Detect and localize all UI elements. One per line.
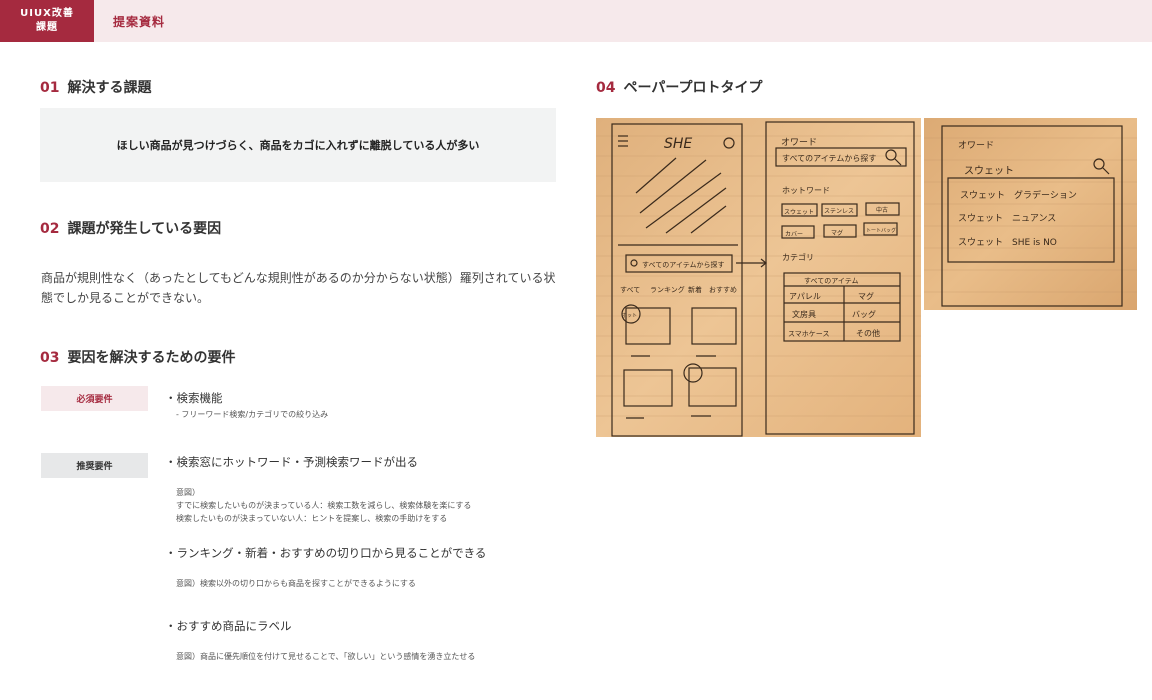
section-1-title: 01 解決する課題: [40, 77, 151, 97]
sketch-suggestion-2: スウェット ニュアンス: [958, 213, 1056, 224]
sketch-hotword-1: スウェット: [784, 208, 814, 216]
sketch-hotword-5: マグ: [831, 229, 843, 237]
sketch-category-other: その他: [856, 328, 880, 338]
section-3-number: 03: [40, 350, 60, 366]
requirement-search-note: - フリーワード検索/カテゴリでの絞り込み: [176, 410, 329, 419]
requirement-hotword-note-3: 検索したいものが決まっていない人：ヒントを提案し、検索の手助けをする: [176, 514, 448, 523]
sketch-search-right: すべてのアイテムから探す: [782, 153, 876, 163]
sketch-logo: SHE: [664, 136, 692, 152]
problem-statement: ほしい商品が見つけづらく、商品をカゴに入れずに離脱している人が多い: [116, 139, 480, 152]
header-badge-line1: UIUX改善: [20, 8, 74, 19]
section-1-heading: 解決する課題: [67, 80, 152, 96]
sketch-hotword-4: カバー: [785, 231, 803, 238]
must-requirement-tag: 必須要件: [41, 386, 148, 411]
section-3-heading: 要因を解決するための要件: [67, 350, 236, 366]
section-4-number: 04: [596, 80, 616, 96]
section-4-title: 04 ペーパープロトタイプ: [596, 77, 763, 97]
sketch-search-text: すべてのアイテムから探す: [642, 260, 725, 269]
requirement-hotword: ・検索窓にホットワード・予測検索ワードが出る: [165, 455, 418, 469]
sketch-suggest-label: オワード: [958, 140, 994, 151]
sketch-category-phonecase: スマホケース: [788, 330, 829, 338]
header-badge-line2: 課題: [36, 22, 58, 33]
sketch-tab-recommend: おすすめ: [709, 286, 737, 294]
header-title: 提案資料: [113, 15, 166, 29]
problem-statement-box: ほしい商品が見つけづらく、商品をカゴに入れずに離脱している人が多い: [40, 108, 556, 182]
sketch-hotword-2: ステンレス: [824, 208, 854, 215]
section-2-number: 02: [40, 221, 60, 237]
sketch-hotword-title: ホットワード: [782, 186, 830, 195]
sketch-tab-new: 新着: [688, 285, 702, 294]
sketch-hotword-6: トートバッグ: [866, 227, 896, 234]
requirement-search: ・検索機能: [165, 391, 223, 405]
requirement-ranking-note: 意図）検索以外の切り口からも商品を探すことができるようにする: [176, 579, 416, 588]
sketch-hot-label: ホット: [622, 313, 637, 319]
sketch-category-bag: バッグ: [852, 309, 876, 319]
header-badge: UIUX改善 課題: [0, 0, 94, 42]
section-2-heading: 課題が発生している要因: [67, 221, 222, 237]
sketch-suggest-query: スウェット: [964, 165, 1014, 177]
sketch-tab-all: すべて: [620, 286, 640, 294]
sketch-hotword-3: 中古: [876, 206, 888, 214]
requirement-hotword-note-1: 意図）: [176, 488, 200, 497]
section-1-number: 01: [40, 80, 60, 96]
requirement-label-note: 意図）商品に優先順位を付けて見せることで、「欲しい」という感情を湧き立たせる: [176, 652, 476, 661]
recommended-requirement-tag: 推奨要件: [41, 453, 148, 478]
requirement-hotword-note-2: すでに検索したいものが決まっている人：検索工数を減らし、検索体験を楽にする: [176, 501, 472, 510]
sketch-category-stationery: 文房具: [792, 309, 816, 319]
sketch-suggestion-1: スウェット グラデーション: [960, 189, 1077, 201]
header-bar: UIUX改善 課題 提案資料: [0, 0, 1152, 42]
sketch-tab-ranking: ランキング: [650, 285, 685, 294]
paper-prototype-suggest: オワード スウェット スウェット グラデーション スウェット ニュアンス スウェ…: [924, 118, 1137, 310]
paper-prototype-main: SHE すべてのアイテムから探す すべて ランキング 新着 おすすめ ホット オ…: [596, 118, 921, 437]
requirement-label: ・おすすめ商品にラベル: [165, 619, 292, 633]
section-3-title: 03 要因を解決するための要件: [40, 347, 235, 367]
sketch-category-all: すべてのアイテム: [804, 277, 859, 285]
sketch-category-title: カテゴリ: [782, 252, 814, 262]
sketch-category-mug: マグ: [858, 291, 874, 301]
sketch-hotword-label: オワード: [781, 137, 817, 148]
section-2-title: 02 課題が発生している要因: [40, 218, 221, 238]
sketch-category-apparel: アパレル: [789, 292, 821, 301]
section-4-heading: ペーパープロトタイプ: [623, 80, 763, 96]
sketch-suggestion-3: スウェット SHE is NO: [958, 237, 1057, 248]
requirement-ranking: ・ランキング・新着・おすすめの切り口から見ることができる: [165, 546, 487, 560]
cause-description: 商品が規則性なく（あったとしてもどんな規則性があるのか分からない状態）羅列されて…: [41, 271, 556, 305]
